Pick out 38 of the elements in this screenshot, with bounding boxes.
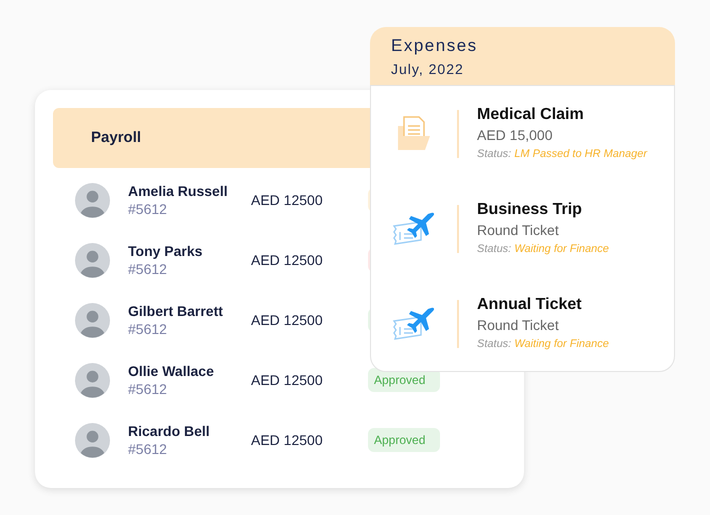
plane-ticket-icon — [391, 210, 437, 248]
employee-id: #5612 — [128, 260, 168, 278]
avatar-icon — [75, 422, 110, 458]
expenses-title: Expenses — [391, 36, 479, 56]
status-badge: Approved — [368, 428, 440, 452]
status-value: Waiting for Finance — [514, 338, 609, 350]
avatar-icon — [75, 242, 110, 278]
amount: AED 12500 — [251, 370, 324, 390]
employee-name: Tony Parks — [128, 242, 204, 260]
employee-id: #5612 — [128, 320, 168, 338]
expense-title: Medical Claim — [477, 105, 585, 125]
employee-id: #5612 — [128, 380, 168, 398]
expenses-period: July, 2022 — [391, 60, 465, 79]
employee-id: #5612 — [128, 200, 168, 218]
status-label: Status: — [477, 243, 512, 255]
employee-id: #5612 — [128, 440, 168, 458]
employee-name: Gilbert Barrett — [128, 302, 224, 320]
payroll-title: Payroll — [91, 128, 142, 148]
expense-detail: Round Ticket — [477, 221, 560, 240]
employee-name: Ollie Wallace — [128, 362, 215, 380]
status-value: LM Passed to HR Manager — [514, 148, 647, 160]
status-value: Waiting for Finance — [514, 243, 609, 255]
employee-name: Amelia Russell — [128, 182, 229, 200]
avatar-icon — [75, 362, 110, 398]
plane-ticket-icon — [391, 304, 437, 342]
expense-detail: AED 15,000 — [477, 126, 554, 145]
avatar-icon — [75, 182, 110, 218]
employee-name: Ricardo Bell — [128, 422, 211, 440]
status-label: Status: — [477, 148, 512, 160]
amount: AED 12500 — [251, 250, 324, 270]
amount: AED 12500 — [251, 310, 324, 330]
expense-detail: Round Ticket — [477, 316, 560, 335]
amount: AED 12500 — [251, 430, 324, 450]
avatar-icon — [75, 302, 110, 338]
status-label: Status: — [477, 338, 512, 350]
expense-title: Business Trip — [477, 200, 583, 220]
amount: AED 12500 — [251, 190, 324, 210]
expense-title: Annual Ticket — [477, 295, 583, 315]
